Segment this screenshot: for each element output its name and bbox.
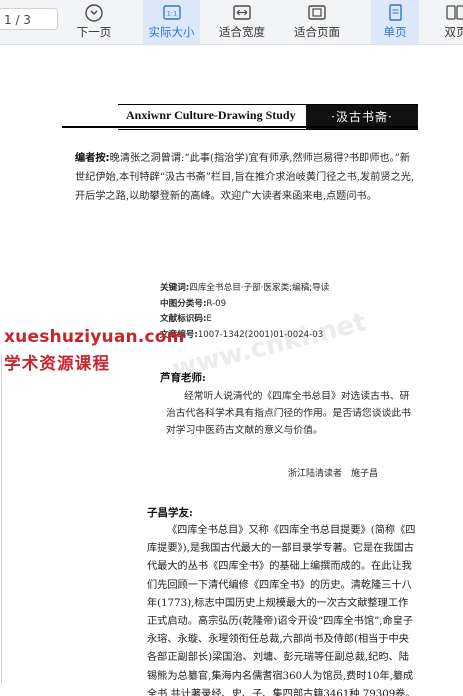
actual-size-icon: 1:1	[162, 5, 181, 20]
fit-width-icon	[233, 5, 251, 20]
single-page-label: 单页	[383, 25, 407, 39]
fit-page-label: 适合页面	[294, 25, 340, 39]
actual-size-button[interactable]: 1:1 实际大小	[143, 0, 200, 44]
next-page-label: 下一页	[76, 25, 112, 39]
document-page[interactable]: Anxiwnr Culture-Drawing Study ·汲古书斋· 编者按…	[0, 45, 463, 696]
double-page-icon	[446, 5, 463, 20]
double-page-button[interactable]: 双页	[436, 0, 463, 44]
editor-note-prefix: 编者按:	[75, 153, 110, 164]
column-title-en: Anxiwnr Culture-Drawing Study	[126, 108, 296, 122]
pdf-toolbar: 1 / 3 下一页 1:1 实际大小 适合宽度 适合页面 单页 双页	[0, 0, 463, 45]
watermark-cn: 学术资源课程	[4, 354, 111, 373]
next-page-icon	[85, 4, 103, 22]
salutation-teacher: 芦育老师:	[160, 372, 206, 384]
page-edge-line	[1, 355, 2, 685]
meta-classification: 中图分类号:R-09	[160, 298, 227, 309]
fit-page-icon	[308, 5, 326, 20]
page-indicator[interactable]: 1 / 3	[0, 8, 58, 30]
editor-note: 编者按:晚清张之洞曾谓:“此事(指治学)宜有师承,然师岂易得?书即师也。”新世纪…	[75, 149, 415, 206]
double-page-label: 双页	[444, 25, 463, 39]
header-rule	[62, 126, 418, 128]
meta-keywords: 关键词:四库全书总目·子部·医家类;编稿;导读	[160, 283, 330, 293]
actual-size-label: 实际大小	[148, 25, 195, 39]
svg-text:1:1: 1:1	[166, 10, 176, 18]
answer-text: 《四库全书总目》又称《四库全书总目提要》(简称《四库提要》),是我国古代最大的一…	[147, 525, 416, 696]
salutation-reader: 子昌学友:	[147, 507, 193, 519]
next-page-button[interactable]: 下一页	[72, 0, 116, 44]
editor-note-text: 晚清张之洞曾谓:“此事(指治学)宜有师承,然师岂易得?书即师也。”新世纪伊始,本…	[75, 153, 415, 202]
fit-width-label: 适合宽度	[219, 25, 265, 39]
reader-signature: 浙江陆清读者 施子昌	[288, 469, 379, 479]
fit-width-button[interactable]: 适合宽度	[214, 0, 270, 44]
fit-page-button[interactable]: 适合页面	[288, 0, 346, 44]
watermark-site: xueshuziyuan.com	[4, 327, 185, 347]
reader-letter: 经常听人说清代的《四库全书总目》对选读古书、研治古代各科学术具有指点门径的作用。…	[166, 391, 411, 436]
single-page-button[interactable]: 单页	[371, 0, 419, 44]
single-page-icon	[389, 4, 402, 21]
